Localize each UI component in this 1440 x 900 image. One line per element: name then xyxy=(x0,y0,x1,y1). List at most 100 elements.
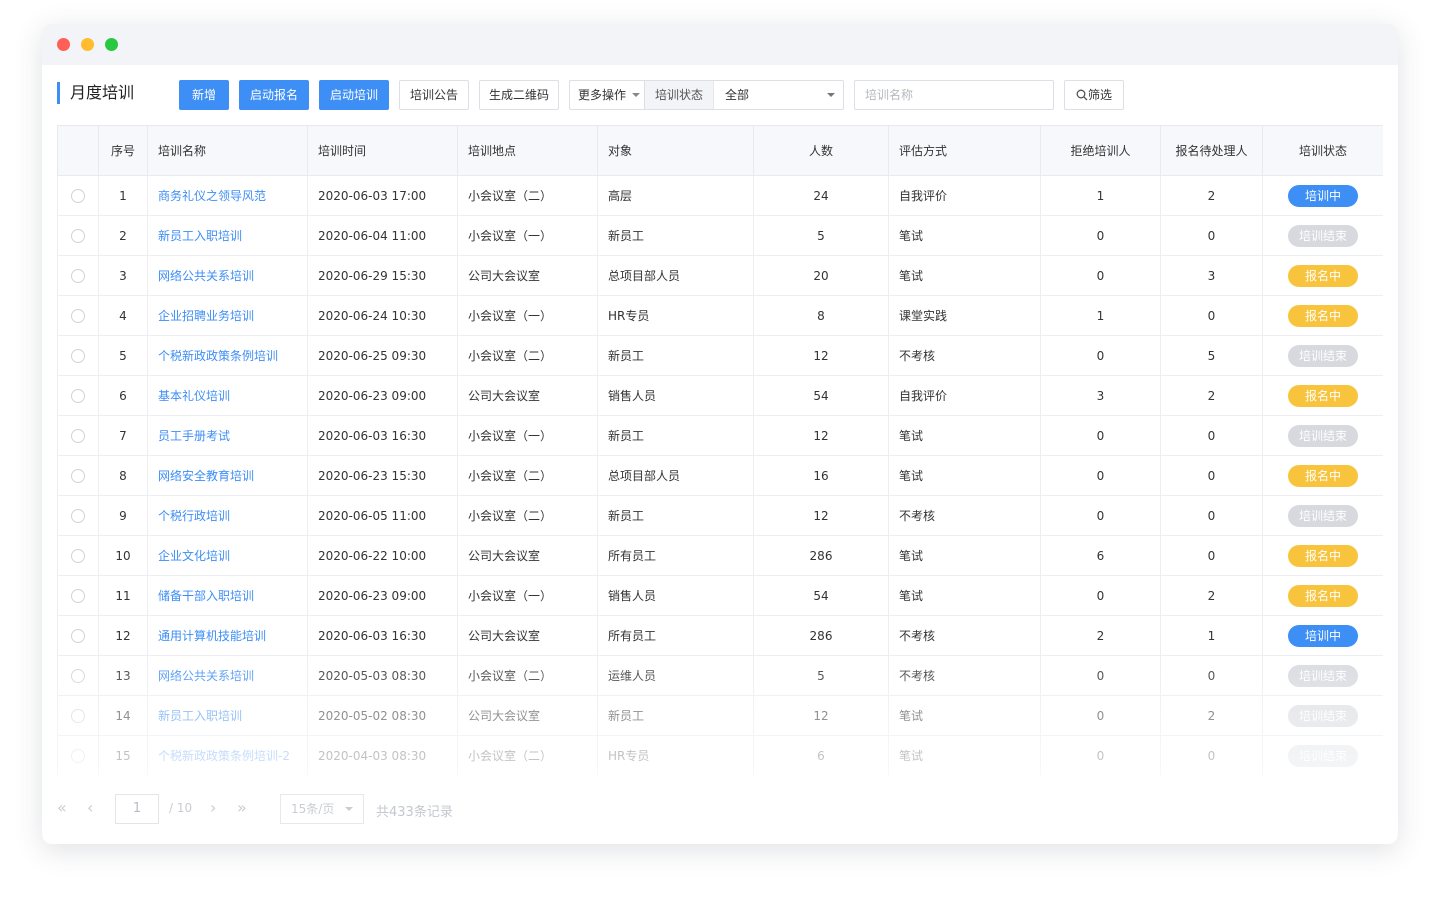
table-row[interactable]: 13 网络公共关系培训 2020-05-03 08:30 小会议室（二） 运维人员 5 不考… xyxy=(57,655,1383,696)
row-select-radio[interactable] xyxy=(71,308,85,323)
cell-pending-text: 1 xyxy=(1207,628,1216,643)
table-row[interactable]: 2 新员工入职培训 2020-06-04 11:00 小会议室（一） 新员工 5 笔试 0 0 培… xyxy=(57,215,1383,256)
cell-evaluation-text: 不考核 xyxy=(899,509,936,523)
table-row[interactable]: 4 企业招聘业务培训 2020-06-24 10:30 小会议室（一） HR专员 8 课堂实… xyxy=(57,295,1383,336)
training-name-link[interactable]: 企业文化培训 xyxy=(158,549,230,563)
training-name-link[interactable]: 新员工入职培训 xyxy=(158,229,242,243)
training-name-link[interactable]: 新员工入职培训 xyxy=(158,709,242,723)
minimize-window-button[interactable] xyxy=(81,38,94,51)
cell-audience-text: 新员工 xyxy=(608,349,645,363)
table-row[interactable]: 6 基本礼仪培训 2020-06-23 09:00 公司大会议室 销售人员 54 自我评价 3… xyxy=(57,375,1383,416)
cell-rejected-text: 0 xyxy=(1096,268,1105,283)
more-actions-dropdown[interactable]: 更多操作 xyxy=(569,80,649,110)
table-row[interactable]: 12 通用计算机技能培训 2020-06-03 16:30 公司大会议室 所有员工 286… xyxy=(57,615,1383,656)
row-select-radio[interactable] xyxy=(71,588,85,603)
cell-time-text: 2020-06-29 15:30 xyxy=(318,268,427,283)
row-select-radio[interactable] xyxy=(71,188,85,203)
cell-index-text: 5 xyxy=(119,348,127,363)
cell-index-text: 15 xyxy=(115,748,131,763)
status-badge: 报名中 xyxy=(1288,304,1358,327)
cell-evaluation-text: 不考核 xyxy=(899,629,936,643)
chevron-right-icon[interactable]: › xyxy=(210,800,216,816)
cell-audience: 新员工 xyxy=(597,695,754,736)
training-name-link[interactable]: 网络公共关系培训 xyxy=(158,269,254,283)
row-select-radio[interactable] xyxy=(71,668,85,683)
announcement-button[interactable]: 培训公告 xyxy=(399,80,469,110)
cell-count: 5 xyxy=(753,215,889,256)
cell-index: 1 xyxy=(98,175,148,216)
training-name-link[interactable]: 员工手册考试 xyxy=(158,429,230,443)
training-name-link[interactable]: 基本礼仪培训 xyxy=(158,389,230,403)
add-button[interactable]: 新增 xyxy=(179,80,229,110)
maximize-window-button[interactable] xyxy=(105,38,118,51)
cell-evaluation-text: 笔试 xyxy=(899,429,924,443)
cell-status: 培训结束 xyxy=(1262,655,1383,696)
generate-qr-code-button[interactable]: 生成二维码 xyxy=(479,80,559,110)
column-header-audience: 对象 xyxy=(597,125,754,176)
cell-time: 2020-04-03 08:30 xyxy=(307,735,458,775)
cell-time: 2020-06-04 11:00 xyxy=(307,215,458,256)
training-name-link[interactable]: 个税新政政策条例培训 xyxy=(158,349,278,363)
cell-training-name: 网络公共关系培训 xyxy=(147,255,308,296)
row-select-radio[interactable] xyxy=(71,628,85,643)
training-name-link[interactable]: 储备干部入职培训 xyxy=(158,589,254,603)
table-row[interactable]: 11 储备干部入职培训 2020-06-23 09:00 小会议室（一） 销售人员 54 笔… xyxy=(57,575,1383,616)
double-chevron-left-icon[interactable]: « xyxy=(57,800,67,816)
cell-rejected: 0 xyxy=(1040,735,1161,775)
cell-count: 24 xyxy=(753,175,889,216)
cell-select xyxy=(57,255,99,296)
cell-time-text: 2020-06-03 16:30 xyxy=(318,628,427,643)
table-row[interactable]: 8 网络安全教育培训 2020-06-23 15:30 小会议室（二） 总项目部人员 16… xyxy=(57,455,1383,496)
training-name-link[interactable]: 个税行政培训 xyxy=(158,509,230,523)
cell-pending-text: 0 xyxy=(1207,308,1216,323)
app-window: 月度培训 新增 启动报名 启动培训 培训公告 生成二维码 更多操作 培训状态 全… xyxy=(42,24,1398,844)
table-row[interactable]: 14 新员工入职培训 2020-05-02 08:30 公司大会议室 新员工 12 笔试 0 2… xyxy=(57,695,1383,736)
double-chevron-right-icon[interactable]: » xyxy=(237,800,247,816)
cell-evaluation: 笔试 xyxy=(888,215,1041,256)
training-name-link[interactable]: 网络公共关系培训 xyxy=(158,669,254,683)
cell-location-text: 小会议室（二） xyxy=(468,189,553,203)
row-select-radio[interactable] xyxy=(71,708,85,723)
cell-pending-text: 0 xyxy=(1207,428,1216,443)
table-row[interactable]: 3 网络公共关系培训 2020-06-29 15:30 公司大会议室 总项目部人员 20 笔… xyxy=(57,255,1383,296)
training-name-link[interactable]: 个税新政政策条例培训-2 xyxy=(158,749,290,763)
table-row[interactable]: 15 个税新政政策条例培训-2 2020-04-03 08:30 小会议室（二） HR专… xyxy=(57,735,1383,775)
row-select-radio[interactable] xyxy=(71,508,85,523)
chevron-left-icon[interactable]: ‹ xyxy=(87,800,93,816)
row-select-radio[interactable] xyxy=(71,428,85,443)
row-select-radio[interactable] xyxy=(71,548,85,563)
row-select-radio[interactable] xyxy=(71,348,85,363)
close-window-button[interactable] xyxy=(57,38,70,51)
cell-pending-text: 0 xyxy=(1207,508,1216,523)
training-name-link[interactable]: 企业招聘业务培训 xyxy=(158,309,254,323)
current-page-input[interactable]: 1 xyxy=(115,794,159,824)
cell-location-text: 公司大会议室 xyxy=(468,269,541,283)
cell-count-text: 12 xyxy=(813,348,829,363)
row-select-radio[interactable] xyxy=(71,468,85,483)
table-row[interactable]: 9 个税行政培训 2020-06-05 11:00 小会议室（二） 新员工 12 不考核 0 0… xyxy=(57,495,1383,536)
cell-rejected: 6 xyxy=(1040,535,1161,576)
table-row[interactable]: 10 企业文化培训 2020-06-22 10:00 公司大会议室 所有员工 286 笔试 6… xyxy=(57,535,1383,576)
row-select-radio[interactable] xyxy=(71,388,85,403)
status-filter-select[interactable]: 培训状态 全部 xyxy=(644,80,844,110)
cell-pending: 2 xyxy=(1160,375,1263,416)
training-name-link[interactable]: 网络安全教育培训 xyxy=(158,469,254,483)
cell-index-text: 12 xyxy=(115,628,131,643)
training-name-link[interactable]: 商务礼仪之领导风范 xyxy=(158,189,266,203)
row-select-radio[interactable] xyxy=(71,268,85,283)
start-registration-button[interactable]: 启动报名 xyxy=(239,80,309,110)
filter-button[interactable]: 筛选 xyxy=(1064,80,1124,110)
page-size-select[interactable]: 15条/页 xyxy=(280,794,364,824)
cell-pending: 2 xyxy=(1160,175,1263,216)
training-name-link[interactable]: 通用计算机技能培训 xyxy=(158,629,266,643)
status-filter-value: 全部 xyxy=(725,88,750,102)
table-row[interactable]: 5 个税新政政策条例培训 2020-06-25 09:30 小会议室（二） 新员工 12 不… xyxy=(57,335,1383,376)
cell-location: 小会议室（二） xyxy=(457,335,598,376)
start-training-button[interactable]: 启动培训 xyxy=(319,80,389,110)
training-name-search-input[interactable] xyxy=(854,80,1054,110)
cell-audience-text: 总项目部人员 xyxy=(608,269,681,283)
row-select-radio[interactable] xyxy=(71,748,85,763)
row-select-radio[interactable] xyxy=(71,228,85,243)
table-row[interactable]: 7 员工手册考试 2020-06-03 16:30 小会议室（一） 新员工 12 笔试 0 0 培… xyxy=(57,415,1383,456)
table-row[interactable]: 1 商务礼仪之领导风范 2020-06-03 17:00 小会议室（二） 高层 24 自我评… xyxy=(57,175,1383,216)
